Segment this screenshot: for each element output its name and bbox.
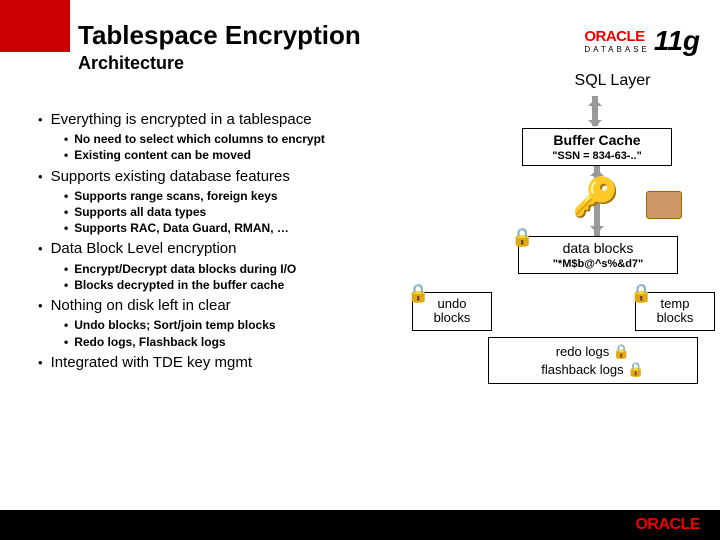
- bullet-2b: Supports all data types: [64, 204, 428, 220]
- cipher-text: "*M$b@^s%&d7": [525, 258, 671, 270]
- bullet-4b: Redo logs, Flashback logs: [64, 334, 428, 350]
- spacer: [500, 292, 627, 331]
- bullet-2a: Supports range scans, foreign keys: [64, 188, 428, 204]
- slide-subtitle: Architecture: [78, 53, 361, 74]
- bullet-4a: Undo blocks; Sort/join temp blocks: [64, 317, 428, 333]
- undo-blocks-box: 🔒 undo blocks: [412, 292, 492, 331]
- ssn-text: "SSN = 834-63-..": [529, 150, 665, 162]
- bullet-5: Integrated with TDE key mgmt: [51, 354, 252, 371]
- slide-header: Tablespace Encryption Architecture: [78, 20, 361, 74]
- oracle-logo-top: ORACLE DATABASE 11g: [584, 25, 700, 57]
- bullet-1a: No need to select which columns to encry…: [64, 131, 428, 147]
- oracle-product-text: DATABASE: [584, 45, 650, 54]
- key-area: 🔑: [522, 166, 672, 236]
- footer-bar: ORACLE: [0, 510, 720, 540]
- oracle-footer-logo: ORACLE: [635, 516, 700, 534]
- redo-text: redo logs: [556, 344, 609, 359]
- lock-icon: 🔒: [407, 284, 429, 304]
- bullet-1b: Existing content can be moved: [64, 147, 428, 163]
- data-blocks-title: data blocks: [525, 240, 671, 256]
- sql-layer-label: SQL Layer: [510, 72, 715, 90]
- lock-icon: 🔒: [630, 284, 652, 304]
- buffer-cache-title: Buffer Cache: [529, 132, 665, 148]
- version-text: 11g: [654, 25, 700, 57]
- bullet-3: Data Block Level encryption: [51, 240, 237, 257]
- red-accent-block: [0, 0, 70, 52]
- bullet-4: Nothing on disk left in clear: [51, 297, 231, 314]
- redo-logs-box: redo logs 🔒 flashback logs 🔒: [488, 337, 698, 385]
- arrow-down-icon: [588, 120, 602, 134]
- lock-icon: 🔒: [511, 227, 533, 248]
- key-icon: 🔑: [572, 176, 619, 220]
- lock-icon: 🔒: [627, 360, 644, 378]
- temp-text: temp blocks: [657, 296, 694, 325]
- architecture-diagram: SQL Layer Buffer Cache "SSN = 834-63-.."…: [440, 72, 715, 384]
- slide-title: Tablespace Encryption: [78, 20, 361, 51]
- flashback-text: flashback logs: [541, 362, 623, 377]
- bullet-3b: Blocks decrypted in the buffer cache: [64, 277, 428, 293]
- bullet-3a: Encrypt/Decrypt data blocks during I/O: [64, 261, 428, 277]
- lock-icon: 🔒: [613, 342, 630, 360]
- bullet-content: Everything is encrypted in a tablespace …: [38, 110, 428, 375]
- bullet-2c: Supports RAC, Data Guard, RMAN, …: [64, 220, 428, 236]
- arrow-up-icon-2: [590, 162, 604, 176]
- bullet-1: Everything is encrypted in a tablespace: [51, 111, 312, 128]
- wallet-icon: [646, 191, 682, 219]
- data-blocks-box: 🔒 data blocks "*M$b@^s%&d7": [518, 236, 678, 274]
- undo-text: undo blocks: [434, 296, 471, 325]
- arrow-up-icon: [588, 92, 602, 106]
- oracle-brand-text: ORACLE: [584, 28, 650, 45]
- bullet-2: Supports existing database features: [51, 168, 290, 185]
- temp-blocks-box: 🔒 temp blocks: [635, 292, 715, 331]
